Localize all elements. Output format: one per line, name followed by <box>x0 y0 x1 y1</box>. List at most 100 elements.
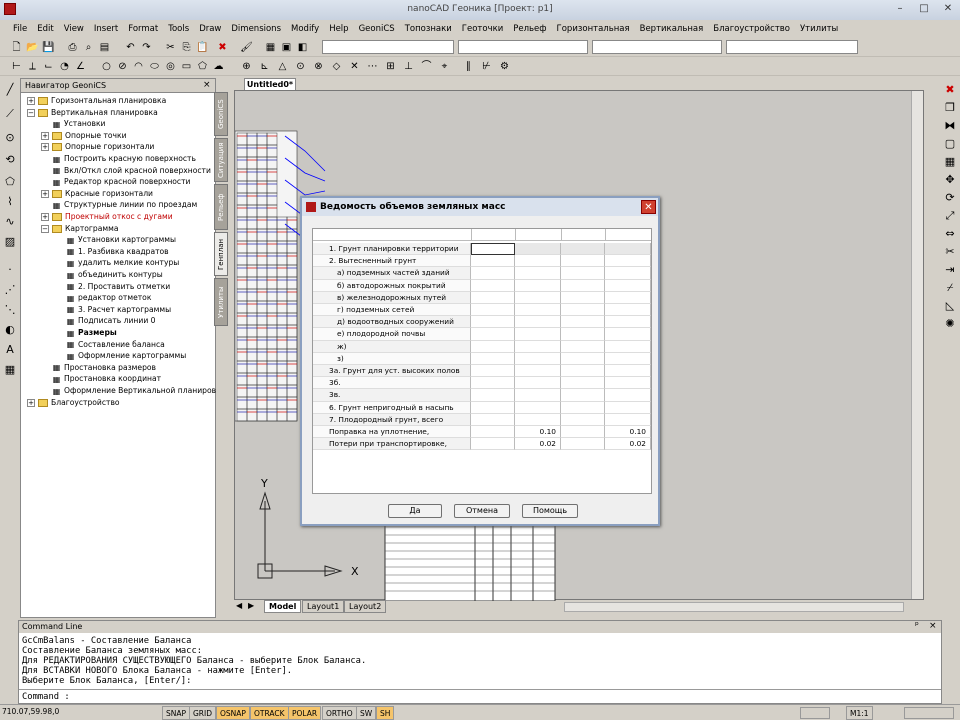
sw-toggle[interactable]: SW <box>356 706 377 720</box>
mirror-icon[interactable]: ⧓ <box>942 118 958 134</box>
value-cell[interactable] <box>605 401 651 414</box>
menu-relief[interactable]: Рельеф <box>508 24 551 34</box>
minimize-button[interactable]: – <box>888 2 912 17</box>
value-cell[interactable]: 0.02 <box>515 438 561 451</box>
value-cell[interactable] <box>471 267 515 280</box>
command-input-row[interactable]: Command : <box>19 689 941 703</box>
color-combo[interactable] <box>458 40 588 54</box>
linetype-combo[interactable] <box>592 40 722 54</box>
value-cell[interactable] <box>605 316 651 329</box>
spiral-icon[interactable]: ◎ <box>164 60 177 73</box>
menu-tools[interactable]: Tools <box>163 24 194 34</box>
tab-layout1[interactable]: Layout1 <box>302 600 345 613</box>
cut-icon[interactable]: ✂ <box>164 41 177 54</box>
osnap-toggle[interactable]: OSNAP <box>216 706 250 720</box>
side-tab-0[interactable]: GeoniCS <box>214 92 228 136</box>
value-cell[interactable] <box>471 279 515 292</box>
stretch-icon[interactable]: ⇔ <box>942 226 958 242</box>
value-cell[interactable] <box>605 377 651 390</box>
cancel-button[interactable]: Отмена <box>454 504 510 518</box>
value-cell[interactable] <box>561 340 605 353</box>
value-cell[interactable] <box>515 340 561 353</box>
trim-icon[interactable]: ✂ <box>942 244 958 260</box>
value-cell[interactable] <box>471 413 515 426</box>
panel-close-icon[interactable]: × <box>203 80 211 90</box>
offset-icon[interactable]: ⋱ <box>2 302 18 318</box>
value-cell[interactable] <box>605 389 651 402</box>
circle-tool-icon[interactable]: ⊙ <box>2 130 18 146</box>
tree-item-elevation-editor[interactable]: ▦ редактор отметок <box>55 292 152 304</box>
value-cell[interactable] <box>515 328 561 341</box>
copy-object-icon[interactable]: ❐ <box>942 100 958 116</box>
value-cell[interactable] <box>515 401 561 414</box>
vertical-scrollbar[interactable] <box>911 91 923 599</box>
value-cell[interactable] <box>471 426 515 439</box>
erase-icon[interactable]: ✖ <box>942 82 958 98</box>
rectangle-icon[interactable]: ▭ <box>180 60 193 73</box>
dialog-close-button[interactable]: ✕ <box>641 200 656 214</box>
scale-icon[interactable]: ⤢ <box>942 208 958 224</box>
value-cell[interactable] <box>471 243 515 256</box>
snap-insertion-icon[interactable]: ⊞ <box>384 60 397 73</box>
menu-format[interactable]: Format <box>123 24 163 34</box>
snap-intersection-icon[interactable]: ✕ <box>348 60 361 73</box>
explode-icon[interactable]: ✺ <box>942 316 958 332</box>
tab-model[interactable]: Model <box>264 600 302 613</box>
value-cell[interactable] <box>561 352 605 365</box>
value-cell[interactable] <box>471 291 515 304</box>
value-cell[interactable] <box>471 316 515 329</box>
value-cell[interactable] <box>605 267 651 280</box>
menu-vertical[interactable]: Вертикальная <box>635 24 709 34</box>
tree-item-landscaping[interactable]: + Благоустройство <box>27 397 120 409</box>
value-cell[interactable] <box>561 377 605 390</box>
snap-nearest-icon[interactable]: ⌖ <box>438 60 451 73</box>
match-properties-icon[interactable]: 🖌 <box>240 41 253 54</box>
tree-item-vertical-plan-formatting[interactable]: ▦ Оформление Вертикальной планиров <box>41 385 216 397</box>
save-icon[interactable]: 💾 <box>42 41 55 54</box>
help-button[interactable]: Помощь <box>522 504 578 518</box>
value-cell[interactable] <box>561 413 605 426</box>
snap-none-icon[interactable]: ⊬ <box>480 60 493 73</box>
rotate-tool-icon[interactable]: ⟳ <box>942 190 958 206</box>
menu-view[interactable]: View <box>59 24 89 34</box>
maximize-button[interactable]: □ <box>912 2 936 17</box>
value-cell[interactable] <box>471 389 515 402</box>
line-icon[interactable]: ╱ <box>2 82 18 98</box>
zoom-icon[interactable]: ⊕ <box>240 60 253 73</box>
value-cell[interactable] <box>605 340 651 353</box>
redo-icon[interactable]: ↷ <box>140 41 153 54</box>
lineweight-combo[interactable] <box>726 40 858 54</box>
value-cell[interactable]: 0.10 <box>515 426 561 439</box>
chamfer-icon[interactable]: ◺ <box>942 298 958 314</box>
arc-icon[interactable]: ◠ <box>132 60 145 73</box>
value-cell[interactable] <box>605 352 651 365</box>
circle-icon[interactable]: ○ <box>100 60 113 73</box>
side-tab-3[interactable]: Генплан <box>214 232 228 276</box>
value-cell[interactable] <box>471 401 515 414</box>
tree-item-merge-contours[interactable]: ▦ объединить контуры <box>55 269 163 281</box>
design-center-icon[interactable]: ▣ <box>280 41 293 54</box>
value-cell[interactable] <box>471 365 515 378</box>
snap-quadrant-icon[interactable]: ◇ <box>330 60 343 73</box>
offset-tool-icon[interactable]: ▢ <box>942 136 958 152</box>
layers-icon[interactable]: ◧ <box>296 41 309 54</box>
angular-dim-icon[interactable]: ∠ <box>74 60 87 73</box>
value-cell[interactable] <box>605 279 651 292</box>
command-close-icon[interactable]: × <box>929 621 937 631</box>
grid-toggle[interactable]: GRID <box>189 706 217 720</box>
value-cell[interactable] <box>515 413 561 426</box>
menu-utilities[interactable]: Утилиты <box>795 24 843 34</box>
snap-node-icon[interactable]: ⊗ <box>312 60 325 73</box>
value-cell[interactable] <box>561 401 605 414</box>
menu-landscaping[interactable]: Благоустройство <box>708 24 795 34</box>
status-tray-icons[interactable] <box>904 707 954 719</box>
snap-center-icon[interactable]: ⊙ <box>294 60 307 73</box>
tree-item-reference-contours[interactable]: + Опорные горизонтали <box>41 141 154 153</box>
value-cell[interactable] <box>471 352 515 365</box>
tree-item-red-contours[interactable]: + Красные горизонтали <box>41 188 153 200</box>
command-pin-icon[interactable]: ᵖ <box>915 621 919 631</box>
value-cell[interactable] <box>515 389 561 402</box>
ok-button[interactable]: Да <box>388 504 442 518</box>
value-cell[interactable] <box>471 328 515 341</box>
paste-icon[interactable]: 📋 <box>196 41 209 54</box>
